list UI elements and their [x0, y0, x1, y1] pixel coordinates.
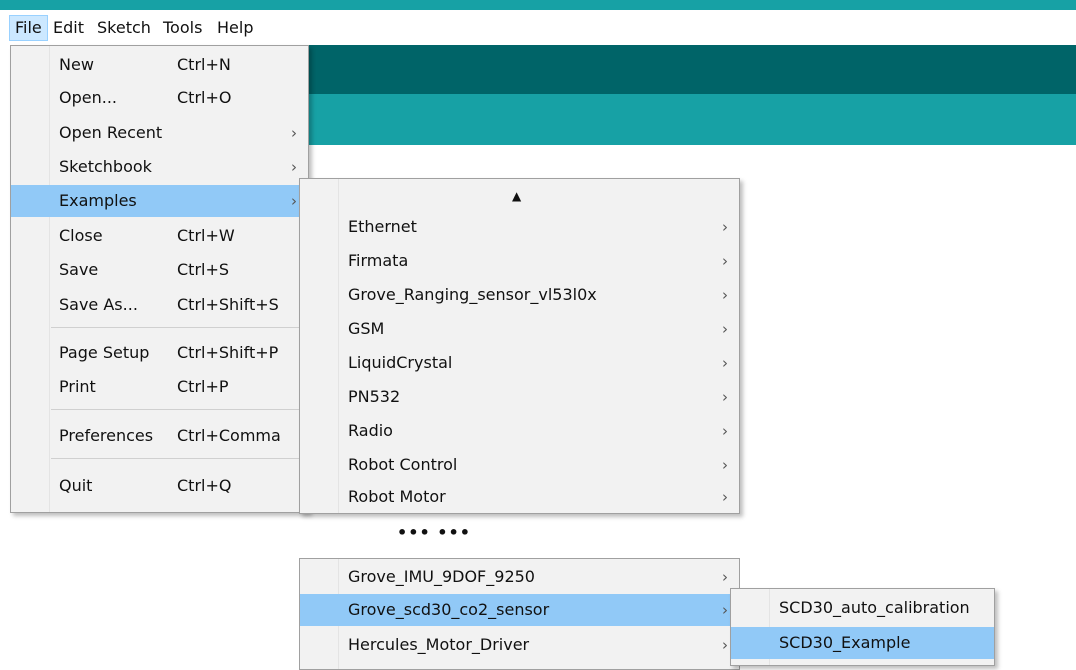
- menu-item-label: LiquidCrystal: [348, 353, 453, 372]
- chevron-right-icon: ›: [722, 488, 728, 506]
- menu-item-label: Preferences: [59, 426, 154, 445]
- menu-separator: [51, 409, 304, 410]
- menu-item-label: Save: [59, 260, 99, 279]
- file-menu-item-quit[interactable]: Quit Ctrl+Q: [11, 470, 308, 502]
- examples-menu: ▲ Ethernet › Firmata › Grove_Ranging_sen…: [299, 178, 740, 514]
- menu-item-shortcut: Ctrl+O: [177, 88, 232, 107]
- menu-item-label: Ethernet: [348, 217, 417, 236]
- menu-sketch[interactable]: Sketch: [92, 16, 156, 40]
- menu-item-label: Robot Control: [348, 455, 458, 474]
- menu-item-label: Radio: [348, 421, 393, 440]
- chevron-right-icon: ›: [722, 388, 728, 406]
- chevron-right-icon: ›: [722, 320, 728, 338]
- chevron-right-icon: ›: [291, 192, 297, 210]
- file-menu-item-save-as[interactable]: Save As... Ctrl+Shift+S: [11, 289, 308, 321]
- file-menu-item-page-setup[interactable]: Page Setup Ctrl+Shift+P: [11, 337, 308, 369]
- menu-separator: [51, 458, 304, 459]
- chevron-right-icon: ›: [722, 601, 728, 619]
- file-menu-item-open[interactable]: Open... Ctrl+O: [11, 82, 308, 114]
- menu-item-label: Open...: [59, 88, 117, 107]
- menu-item-shortcut: Ctrl+P: [177, 377, 229, 396]
- menu-item-label: Sketchbook: [59, 157, 152, 176]
- menu-item-shortcut: Ctrl+S: [177, 260, 230, 279]
- menu-item-label: Hercules_Motor_Driver: [348, 635, 530, 654]
- examples-item-radio[interactable]: Radio ›: [300, 415, 739, 447]
- menu-item-label: Firmata: [348, 251, 409, 270]
- scd30-item-auto-calibration[interactable]: SCD30_auto_calibration: [731, 592, 994, 624]
- menu-item-shortcut: Ctrl+N: [177, 55, 231, 74]
- menu-item-label: Quit: [59, 476, 93, 495]
- omitted-items-ellipsis: ••• •••: [397, 523, 471, 542]
- menu-item-label: Close: [59, 226, 103, 245]
- file-menu-item-close[interactable]: Close Ctrl+W: [11, 220, 308, 252]
- scroll-up-button[interactable]: ▲: [300, 181, 739, 211]
- examples-item-grove-scd30[interactable]: Grove_scd30_co2_sensor ›: [300, 594, 739, 626]
- scd30-item-example[interactable]: SCD30_Example: [731, 627, 994, 659]
- menu-item-label: GSM: [348, 319, 385, 338]
- file-menu-item-examples[interactable]: Examples ›: [11, 185, 308, 217]
- menu-item-label: New: [59, 55, 94, 74]
- menu-item-label: Grove_Ranging_sensor_vl53l0x: [348, 285, 597, 304]
- editor-tab-bar: [308, 94, 1076, 145]
- menu-item-label: Robot Motor: [348, 487, 446, 506]
- examples-item-firmata[interactable]: Firmata ›: [300, 245, 739, 277]
- examples-item-robot-motor[interactable]: Robot Motor ›: [300, 481, 739, 513]
- triangle-up-icon: ▲: [512, 189, 522, 203]
- file-menu-item-sketchbook[interactable]: Sketchbook ›: [11, 151, 308, 183]
- file-menu-item-open-recent[interactable]: Open Recent ›: [11, 117, 308, 149]
- chevron-right-icon: ›: [722, 252, 728, 270]
- menu-item-label: Grove_scd30_co2_sensor: [348, 600, 550, 619]
- chevron-right-icon: ›: [291, 124, 297, 142]
- file-menu-item-preferences[interactable]: Preferences Ctrl+Comma: [11, 420, 308, 452]
- menu-item-label: SCD30_auto_calibration: [779, 598, 970, 617]
- menu-item-shortcut: Ctrl+Shift+P: [177, 343, 279, 362]
- chevron-right-icon: ›: [722, 456, 728, 474]
- examples-item-grove-ranging[interactable]: Grove_Ranging_sensor_vl53l0x ›: [300, 279, 739, 311]
- menu-item-shortcut: Ctrl+Q: [177, 476, 232, 495]
- examples-item-grove-imu[interactable]: Grove_IMU_9DOF_9250 ›: [300, 561, 739, 593]
- examples-item-robot-control[interactable]: Robot Control ›: [300, 449, 739, 481]
- menu-edit[interactable]: Edit: [48, 16, 89, 40]
- menubar: File Edit Sketch Tools Help: [0, 14, 1076, 42]
- examples-item-gsm[interactable]: GSM ›: [300, 313, 739, 345]
- window-top-accent: [0, 0, 1076, 10]
- menu-item-label: Open Recent: [59, 123, 163, 142]
- examples-item-liquidcrystal[interactable]: LiquidCrystal ›: [300, 347, 739, 379]
- menu-item-shortcut: Ctrl+W: [177, 226, 235, 245]
- scd30-menu: SCD30_auto_calibration SCD30_Example: [730, 588, 995, 666]
- menu-tools[interactable]: Tools: [158, 16, 207, 40]
- menu-item-label: Examples: [59, 191, 137, 210]
- file-menu-item-save[interactable]: Save Ctrl+S: [11, 254, 308, 286]
- menu-item-label: Save As...: [59, 295, 138, 314]
- file-menu: New Ctrl+N Open... Ctrl+O Open Recent › …: [10, 45, 309, 513]
- chevron-right-icon: ›: [722, 422, 728, 440]
- menu-file[interactable]: File: [9, 15, 48, 41]
- menu-item-label: Page Setup: [59, 343, 150, 362]
- chevron-right-icon: ›: [722, 568, 728, 586]
- file-menu-item-new[interactable]: New Ctrl+N: [11, 49, 308, 81]
- menu-item-shortcut: Ctrl+Comma: [177, 426, 281, 445]
- file-menu-item-print[interactable]: Print Ctrl+P: [11, 371, 308, 403]
- examples-item-hercules[interactable]: Hercules_Motor_Driver ›: [300, 629, 739, 661]
- chevron-right-icon: ›: [722, 218, 728, 236]
- examples-item-ethernet[interactable]: Ethernet ›: [300, 211, 739, 243]
- editor-toolbar: [308, 45, 1076, 94]
- examples-menu-lower: Grove_IMU_9DOF_9250 › Grove_scd30_co2_se…: [299, 558, 740, 670]
- chevron-right-icon: ›: [722, 354, 728, 372]
- chevron-right-icon: ›: [291, 158, 297, 176]
- menu-item-label: PN532: [348, 387, 401, 406]
- chevron-right-icon: ›: [722, 286, 728, 304]
- menu-separator: [51, 327, 304, 328]
- menu-item-shortcut: Ctrl+Shift+S: [177, 295, 279, 314]
- menu-item-label: Print: [59, 377, 96, 396]
- chevron-right-icon: ›: [722, 636, 728, 654]
- menu-item-label: SCD30_Example: [779, 633, 911, 652]
- menu-item-label: Grove_IMU_9DOF_9250: [348, 567, 535, 586]
- menu-help[interactable]: Help: [212, 16, 258, 40]
- examples-item-pn532[interactable]: PN532 ›: [300, 381, 739, 413]
